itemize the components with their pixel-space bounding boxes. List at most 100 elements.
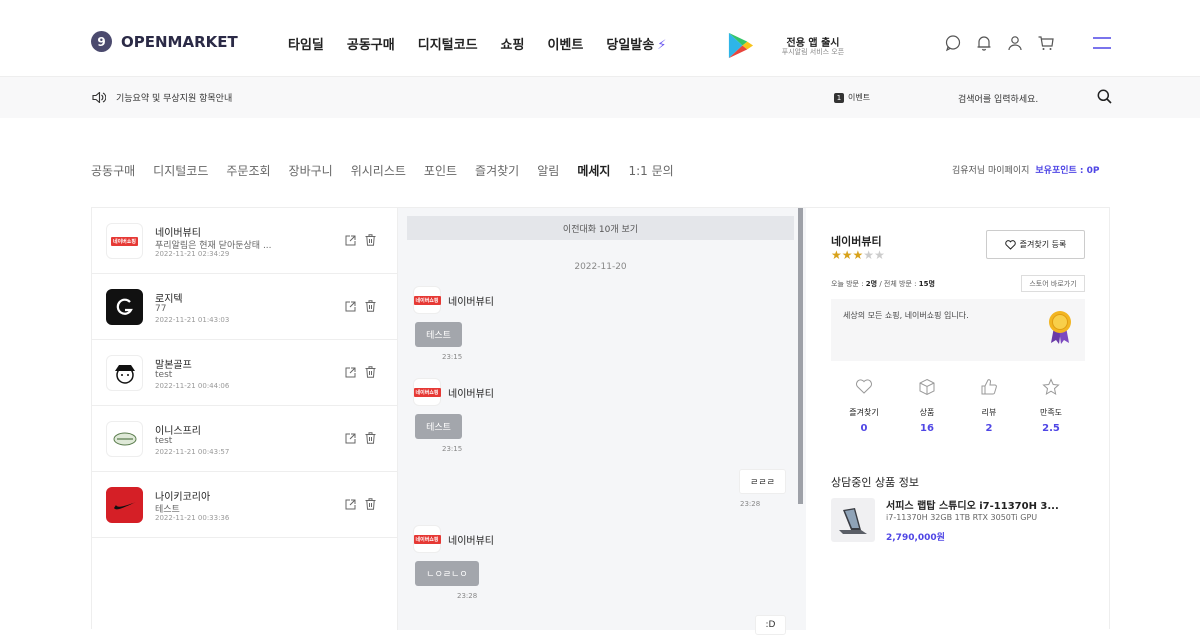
message-bubble-incoming: ㄴㅇㄹㄴㅇ (415, 561, 479, 586)
bell-icon[interactable] (975, 34, 993, 52)
conversation-preview: test (155, 436, 173, 446)
message-bubble-incoming: 테스트 (415, 322, 462, 347)
stat-value: 16 (920, 423, 934, 434)
tab-digitalcode[interactable]: 디지털코드 (153, 162, 208, 179)
conversation-list: 네이버쇼핑 네이버뷰티 푸리알림은 현재 닫아둔상태 ... 2022-11-2… (92, 208, 398, 630)
stat-label: 상품 (919, 408, 935, 417)
open-external-icon[interactable] (345, 235, 356, 246)
search-icon[interactable] (1097, 89, 1112, 104)
conversation-item[interactable]: 네이버쇼핑 네이버뷰티 푸리알림은 현재 닫아둔상태 ... 2022-11-2… (92, 208, 397, 274)
message-bubble-outgoing: :D (755, 615, 786, 635)
header: 9 OPENMARKET 타임딜 공동구매 디지털코드 쇼핑 이벤트 당일발송 ⚡… (0, 0, 1200, 77)
sender-avatar: 네이버쇼핑 (413, 525, 441, 553)
hamburger-menu-icon[interactable] (1093, 37, 1111, 49)
nav-sameday[interactable]: 당일발송 ⚡ (606, 34, 666, 53)
conversation-time: 2022-11-21 00:44:06 (155, 382, 230, 390)
conversation-item[interactable]: 이니스프리 test 2022-11-21 00:43:57 (92, 406, 397, 472)
star-filled-icon: ★ (831, 248, 842, 262)
conversation-item[interactable]: 말본골프 test 2022-11-21 00:44:06 (92, 340, 397, 406)
event-label: 이벤트 (848, 93, 871, 102)
sender-avatar: 네이버쇼핑 (413, 286, 441, 314)
tab-cart[interactable]: 장바구니 (289, 162, 333, 179)
nav-timedeal[interactable]: 타임딜 (288, 34, 324, 53)
stat-satisfaction: 만족도 2.5 (1024, 378, 1078, 434)
message-time: 23:28 (457, 592, 478, 600)
event-badge[interactable]: 1 이벤트 (834, 92, 870, 103)
product-spec: i7-11370H 32GB 1TB RTX 3050Ti GPU (886, 513, 1038, 522)
load-previous-button[interactable]: 이전대화 10개 보기 (407, 216, 794, 240)
conversation-name: 이니스프리 (155, 426, 201, 437)
open-external-icon[interactable] (345, 367, 356, 378)
trash-icon[interactable] (365, 300, 376, 312)
star-filled-icon: ★ (841, 248, 853, 262)
product-name[interactable]: 서피스 랩탑 스튜디오 i7-11370H 3... (886, 497, 1059, 512)
product-thumbnail[interactable] (831, 498, 875, 542)
logo[interactable]: 9 OPENMARKET (91, 31, 238, 52)
search-input[interactable]: 검색어를 입력하세요. (958, 92, 1038, 105)
tab-points[interactable]: 포인트 (424, 162, 457, 179)
medal-icon (1049, 311, 1071, 344)
naver-shopping-logo-text: 네이버쇼핑 (413, 295, 441, 305)
star-empty-icon: ★ (874, 248, 885, 262)
box-icon (919, 378, 935, 396)
stat-value: 2.5 (1042, 423, 1060, 434)
google-play-icon (728, 32, 754, 59)
event-count: 1 (834, 92, 844, 103)
chat-bubble-icon[interactable] (944, 34, 962, 52)
tab-wishlist[interactable]: 위시리스트 (351, 162, 406, 179)
conversation-item[interactable]: 나이키코리아 테스트 2022-11-21 00:33:36 (92, 472, 397, 538)
trash-icon[interactable] (365, 498, 376, 510)
add-favorite-button[interactable]: 즐겨찾기 등록 (986, 230, 1085, 259)
chat-scrollbar[interactable] (798, 208, 803, 504)
conversation-item[interactable]: 로지텍 77 2022-11-21 01:43:03 (92, 274, 397, 340)
cart-icon[interactable] (1037, 34, 1055, 52)
points-balance: 보유포인트 : 0P (1035, 166, 1100, 176)
tab-orders[interactable]: 주문조회 (226, 162, 270, 179)
tab-inquiry[interactable]: 1:1 문의 (628, 162, 673, 179)
notice-text[interactable]: 기능요약 및 무상지원 항목안내 (116, 91, 232, 104)
lightning-icon: ⚡ (657, 38, 667, 53)
visits-today: 2명 (865, 280, 878, 288)
conversation-time: 2022-11-21 00:33:36 (155, 514, 230, 522)
conversation-name: 나이키코리아 (155, 492, 211, 503)
message-panel: 네이버쇼핑 네이버뷰티 푸리알림은 현재 닫아둔상태 ... 2022-11-2… (91, 207, 1110, 635)
stat-label: 즐겨찾기 (849, 408, 879, 417)
sender-name: 네이버뷰티 (448, 389, 494, 400)
tab-groupbuy[interactable]: 공동구매 (91, 162, 135, 179)
nav-shopping[interactable]: 쇼핑 (501, 34, 525, 53)
message-time: 23:15 (442, 353, 463, 361)
message-time: 23:28 (740, 500, 761, 508)
open-external-icon[interactable] (345, 499, 356, 510)
sender-name: 네이버뷰티 (448, 297, 494, 308)
tab-alerts[interactable]: 알림 (537, 162, 559, 179)
stat-value: 2 (985, 423, 993, 434)
tab-messages[interactable]: 메세지 (577, 162, 610, 179)
conversation-name: 로지텍 (155, 294, 183, 305)
user-icon[interactable] (1006, 34, 1024, 52)
header-icons (944, 34, 1055, 52)
message-bubble-outgoing: ㄹㄹㄹ (739, 469, 786, 494)
nav-digitalcode[interactable]: 디지털코드 (418, 34, 478, 53)
nav-groupbuy[interactable]: 공동구매 (347, 34, 395, 53)
conversation-preview: test (155, 370, 173, 380)
trash-icon[interactable] (365, 432, 376, 444)
star-empty-icon: ★ (863, 248, 875, 262)
mypage-link[interactable]: 김유저님 마이페이지 (952, 166, 1029, 176)
trash-icon[interactable] (365, 234, 376, 246)
app-subtitle: 푸시알림 서비스 오픈 (781, 48, 845, 56)
open-external-icon[interactable] (345, 433, 356, 444)
trash-icon[interactable] (365, 366, 376, 378)
open-external-icon[interactable] (345, 301, 356, 312)
nav-sameday-label: 당일발송 (606, 38, 655, 53)
malbon-golf-logo (106, 355, 143, 391)
naver-shopping-logo: 네이버쇼핑 (106, 223, 143, 259)
app-banner[interactable]: 전용 앱 출시 푸시알림 서비스 오픈 (726, 31, 850, 60)
go-to-store-button[interactable]: 스토어 바로가기 (1021, 275, 1085, 292)
nike-swoosh (113, 502, 136, 510)
tab-favorites[interactable]: 즐겨찾기 (475, 162, 519, 179)
product-section-title: 상담중인 상품 정보 (831, 476, 919, 489)
nav-event[interactable]: 이벤트 (547, 34, 583, 53)
conversation-name: 네이버뷰티 (155, 228, 201, 239)
message-bubble-incoming: 테스트 (415, 414, 462, 439)
naver-shopping-logo-text: 네이버쇼핑 (413, 534, 441, 544)
